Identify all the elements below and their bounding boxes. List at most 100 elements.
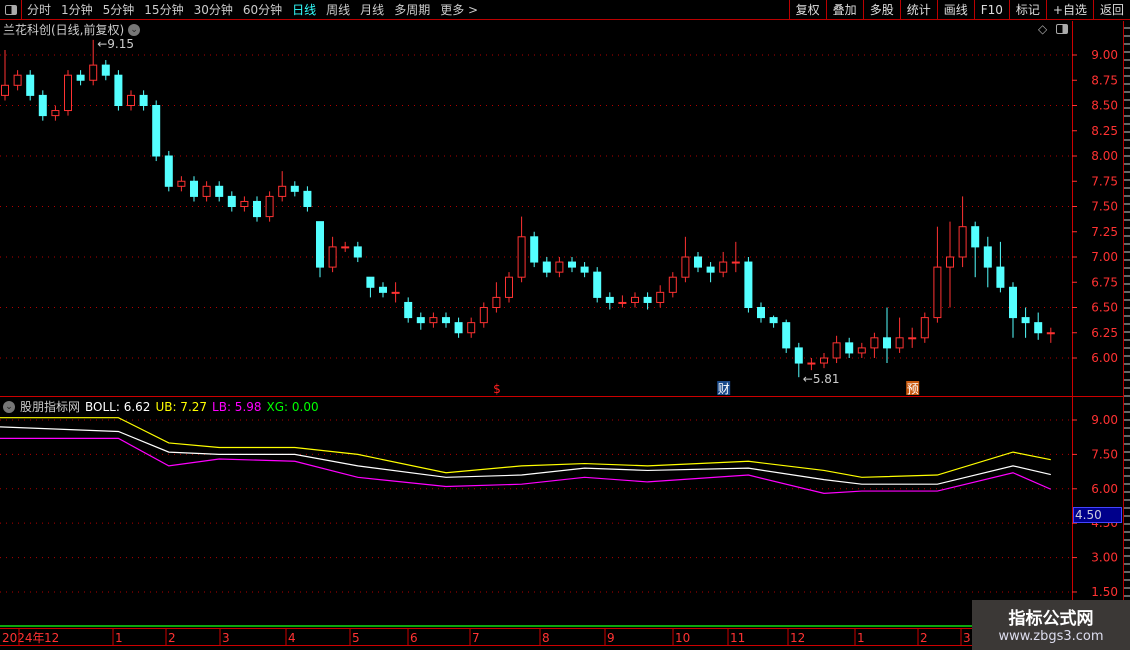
boll-value: BOLL: 6.62 xyxy=(85,399,151,414)
candle-body xyxy=(26,74,35,96)
candle-body xyxy=(820,357,828,364)
month-label: 12 xyxy=(44,631,59,645)
indicator-header: ⌄ 股朋指标网 BOLL: 6.62 UB: 7.27 LB: 5.98 XG:… xyxy=(3,398,319,415)
candle-body xyxy=(568,261,576,268)
side-panel-strip[interactable] xyxy=(1123,21,1130,601)
lb-value: LB: 5.98 xyxy=(212,399,262,414)
candle-body xyxy=(114,74,123,106)
candle-body xyxy=(190,180,198,197)
indicator-tick-label: 6.00 xyxy=(1091,482,1118,496)
price-tick-label: 7.50 xyxy=(1091,200,1118,214)
candle-body xyxy=(794,347,803,364)
price-tick-label: 8.50 xyxy=(1091,99,1118,113)
indicator-tick-label: 7.50 xyxy=(1091,447,1118,461)
indicator-name[interactable]: 股朋指标网 xyxy=(20,398,80,415)
boll-line-boll xyxy=(0,426,1051,485)
price-tick-label: 6.75 xyxy=(1091,275,1118,289)
candle-body xyxy=(278,185,287,197)
candle-body xyxy=(76,74,85,81)
candle-body xyxy=(467,322,476,334)
candle-body xyxy=(442,317,450,324)
candle-body xyxy=(542,261,551,273)
candle-body xyxy=(139,94,148,107)
candle-body xyxy=(416,317,425,324)
month-label: 12 xyxy=(790,631,805,645)
price-tick-label: 7.75 xyxy=(1091,174,1118,188)
candle-body xyxy=(555,261,564,273)
month-label: 2 xyxy=(168,631,176,645)
candle-body xyxy=(1,84,9,96)
high-price-label: ←9.15 xyxy=(97,37,134,51)
crosshair-value-label: 4.50 xyxy=(1073,507,1122,523)
month-label: 9 xyxy=(607,631,615,645)
candle-body xyxy=(89,64,98,81)
candle-body xyxy=(164,155,173,187)
candle-body xyxy=(769,317,778,324)
candle-body xyxy=(946,256,954,268)
candle-body xyxy=(1009,286,1017,319)
candle-body xyxy=(920,317,929,339)
month-label: 7 xyxy=(472,631,480,645)
month-label: 3 xyxy=(963,631,971,645)
candle-body xyxy=(227,195,236,207)
price-tick-label: 7.00 xyxy=(1091,250,1118,264)
candle-body xyxy=(605,296,614,303)
watermark-url: www.zbgs3.com xyxy=(998,629,1104,644)
event-marker: 预 xyxy=(907,382,919,396)
candle-body xyxy=(782,322,791,349)
candle-body xyxy=(731,261,740,264)
candle-body xyxy=(1046,332,1055,335)
candle-body xyxy=(202,185,211,197)
month-label: 11 xyxy=(730,631,745,645)
candle-body xyxy=(492,296,501,308)
candle-body xyxy=(64,74,72,112)
candle-body xyxy=(719,261,728,273)
candle-body xyxy=(51,110,60,117)
candle-body xyxy=(706,266,715,273)
price-tick-label: 6.00 xyxy=(1091,351,1118,365)
event-marker: 财 xyxy=(718,382,730,396)
stock-chart[interactable]: 9.00 8.75 8.50 8.25 8.00 7.75 7.50 7.25 7.00 6.75… xyxy=(0,0,1130,650)
candle-body xyxy=(883,337,891,349)
candle-body xyxy=(240,200,249,207)
candle-body xyxy=(517,236,526,278)
candle-body xyxy=(958,226,967,258)
candle-body xyxy=(971,226,980,248)
indicator-tick-label: 3.00 xyxy=(1091,551,1118,565)
candle-body xyxy=(895,337,904,349)
price-tick-label: 8.75 xyxy=(1091,73,1118,87)
candle-body xyxy=(215,185,224,197)
candle-body xyxy=(631,296,639,303)
candle-body xyxy=(643,296,652,303)
low-price-label: ←5.81 xyxy=(803,372,840,386)
candle-body xyxy=(996,266,1005,288)
candle-body xyxy=(593,271,602,298)
candle-body xyxy=(101,64,110,76)
candle-body xyxy=(177,180,186,187)
candle-body xyxy=(908,337,917,340)
month-label: 2 xyxy=(920,631,928,645)
candle-body xyxy=(580,266,589,273)
month-label: 3 xyxy=(222,631,230,645)
candle-body xyxy=(757,307,765,319)
candle-body xyxy=(253,200,261,218)
month-label: 4 xyxy=(288,631,296,645)
watermark: 指标公式网 www.zbgs3.com xyxy=(972,600,1130,650)
month-label: 8 xyxy=(542,631,550,645)
candle-body xyxy=(316,221,324,268)
chevron-down-icon[interactable]: ⌄ xyxy=(3,400,15,413)
month-label: 6 xyxy=(410,631,418,645)
event-marker: $ xyxy=(493,382,501,396)
candle-body xyxy=(404,301,413,319)
price-tick-label: 6.25 xyxy=(1091,326,1118,340)
candle-body xyxy=(505,276,513,298)
candle-body xyxy=(656,291,665,303)
price-tick-label: 6.50 xyxy=(1091,301,1118,315)
candle-body xyxy=(454,322,463,334)
candle-body xyxy=(832,342,841,359)
candle-body xyxy=(845,342,854,354)
candle-body xyxy=(530,236,539,263)
candle-body xyxy=(379,286,387,293)
candle-body xyxy=(152,105,161,157)
candle-body xyxy=(857,347,866,354)
